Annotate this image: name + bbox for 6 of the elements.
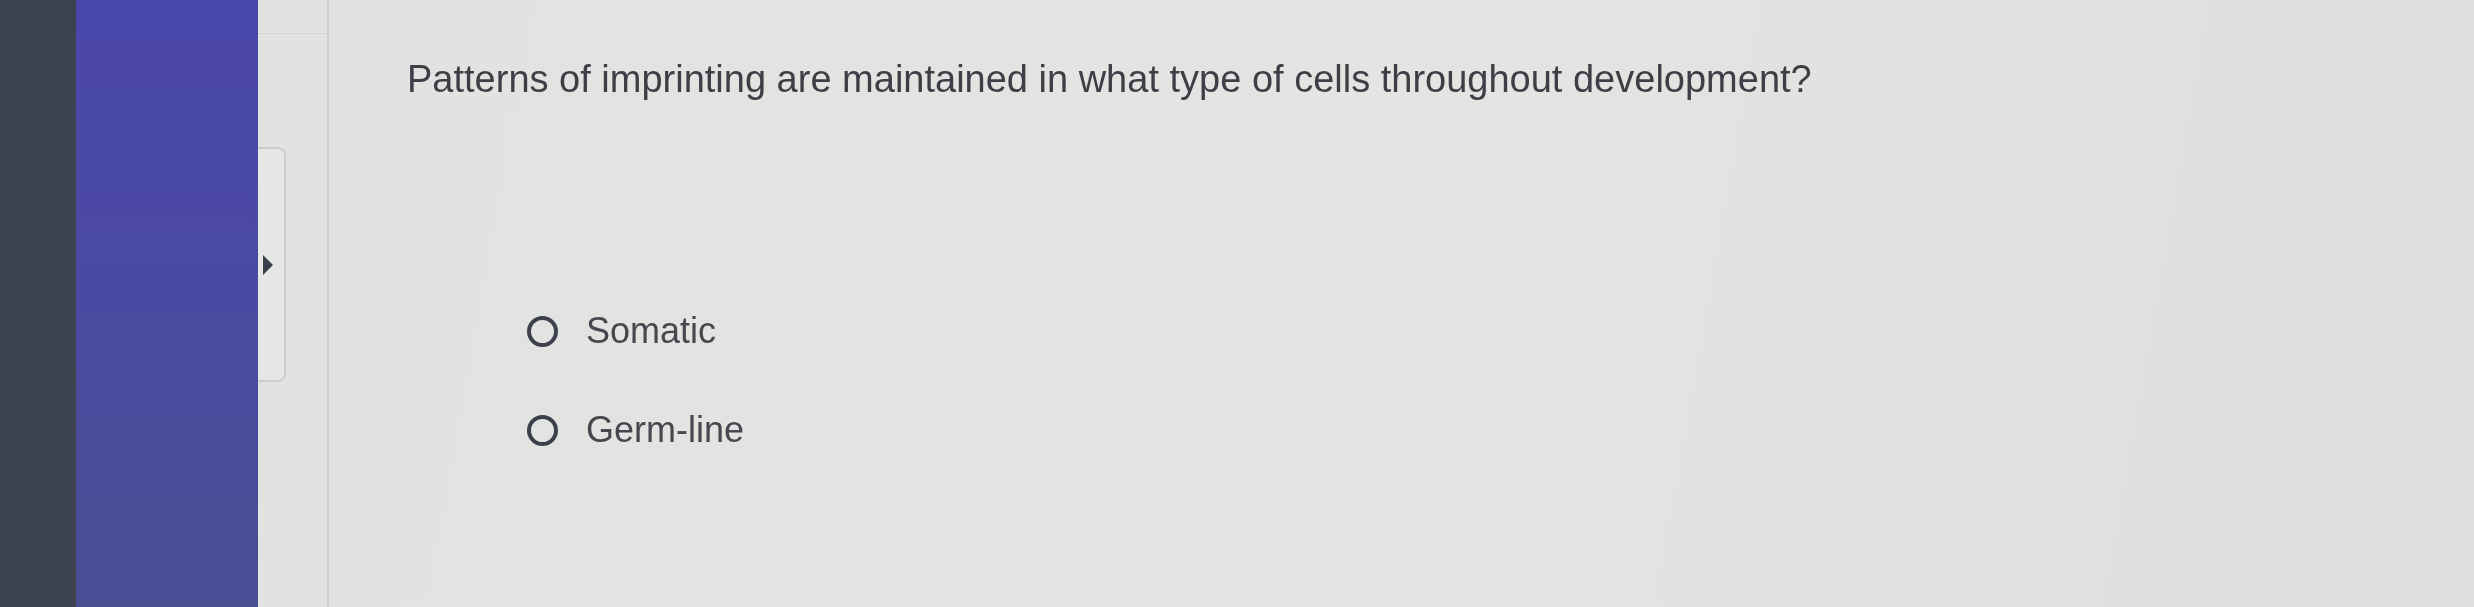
radio-button[interactable] — [527, 315, 558, 347]
radio-button[interactable] — [527, 414, 558, 446]
option-label: Somatic — [586, 312, 717, 350]
option-label: Germ-line — [586, 411, 745, 449]
caret-right-icon — [263, 254, 273, 275]
question-text: Patterns of imprinting are maintained in what type of cells throughout development? — [407, 57, 1812, 102]
